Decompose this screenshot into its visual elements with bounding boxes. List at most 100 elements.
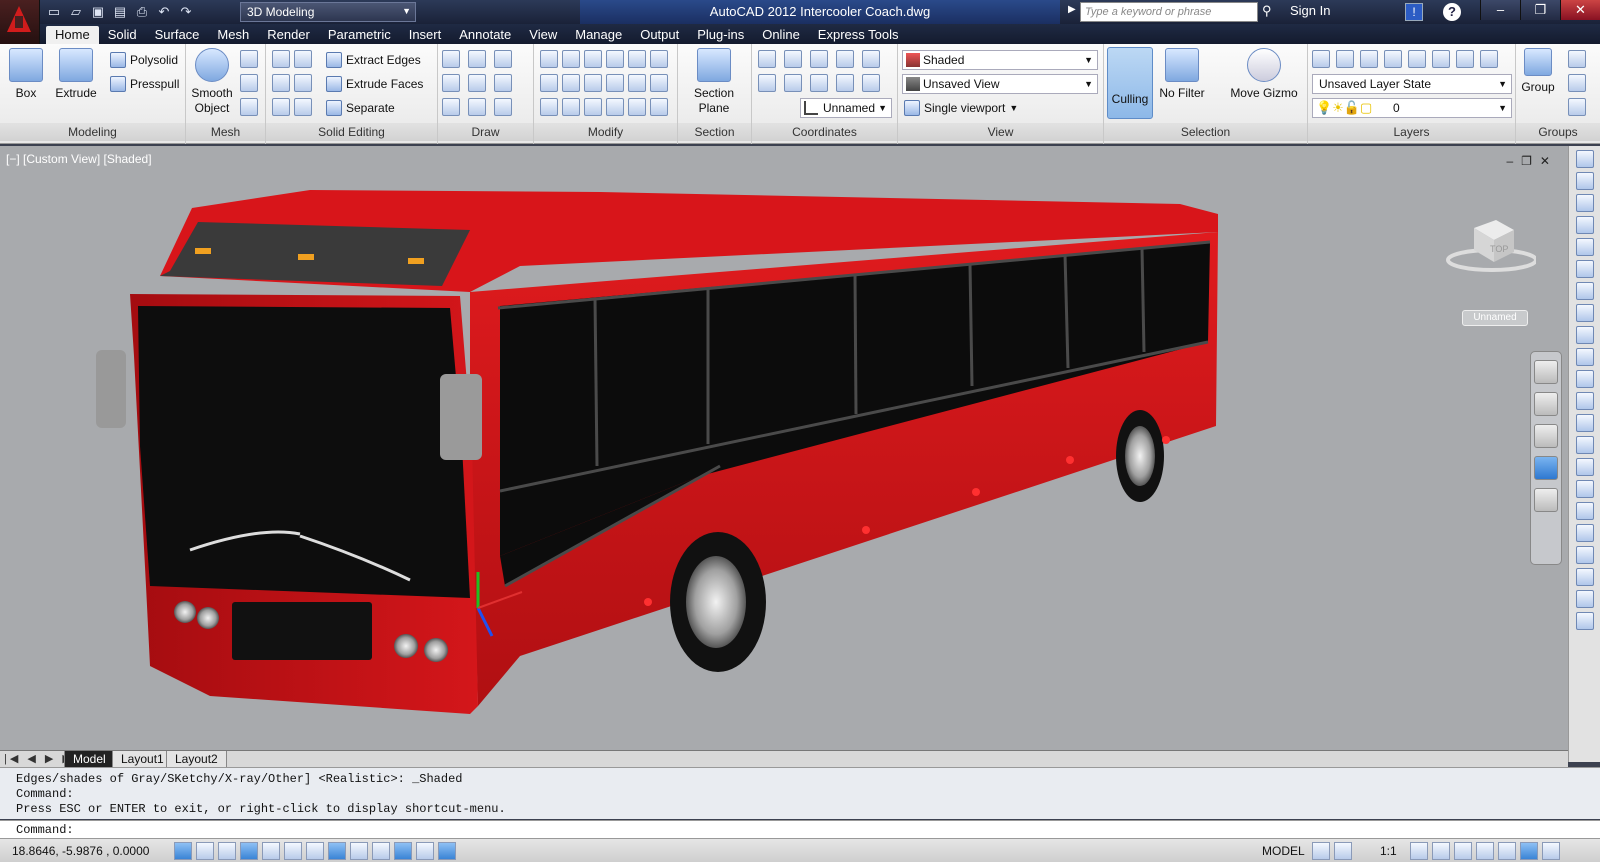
save-as-icon[interactable]: ▤ [110, 3, 130, 21]
exchange-icon[interactable]: ! [1405, 3, 1423, 21]
auto-scale-icon[interactable] [1432, 842, 1450, 860]
circle-icon[interactable] [494, 74, 512, 92]
drawing-viewport[interactable]: [−] [Custom View] [Shaded] –❐✕ TOP Unnam… [0, 146, 1568, 750]
layout-tab-layout1[interactable]: Layout1 [112, 751, 173, 768]
panel-label-modify[interactable]: Modify [534, 123, 677, 141]
palette-tool-icon[interactable] [1575, 172, 1594, 190]
showmotion-icon[interactable] [1534, 488, 1558, 512]
modify-tool-icon[interactable] [628, 50, 646, 68]
tab-annotate[interactable]: Annotate [450, 26, 520, 44]
bus-model[interactable] [0, 146, 1540, 750]
move-icon[interactable] [584, 50, 602, 68]
panel-label-groups[interactable]: Groups [1516, 123, 1600, 141]
modify-tool-icon[interactable] [606, 98, 624, 116]
extrude-button[interactable]: Extrude [52, 48, 100, 101]
palette-tool-icon[interactable] [1575, 612, 1594, 630]
isolate-objects-icon[interactable] [1520, 842, 1538, 860]
tab-surface[interactable]: Surface [146, 26, 209, 44]
workspace-switch-icon[interactable] [1454, 842, 1472, 860]
layer-tool-icon[interactable] [1456, 50, 1474, 68]
layer-tool-icon[interactable] [1432, 50, 1450, 68]
ucs-icon[interactable] [810, 74, 828, 92]
quick-properties-icon[interactable] [438, 842, 456, 860]
group-tool-icon[interactable] [1568, 74, 1586, 92]
orbit-icon[interactable] [1534, 456, 1558, 480]
layer-tool-icon[interactable] [1480, 50, 1498, 68]
modify-tool-icon[interactable] [606, 50, 624, 68]
palette-tool-icon[interactable] [1575, 392, 1594, 410]
hardware-acceleration-icon[interactable] [1498, 842, 1516, 860]
dyn-icon[interactable] [372, 842, 390, 860]
search-input[interactable]: Type a keyword or phrase [1080, 2, 1258, 22]
transparency-icon[interactable] [416, 842, 434, 860]
ucs-icon[interactable] [862, 50, 880, 68]
polygon-icon[interactable] [442, 98, 460, 116]
box-button[interactable]: Box [2, 48, 50, 101]
coordinate-readout[interactable]: 18.8646, -5.9876 , 0.0000 [12, 844, 149, 858]
smooth-object-button[interactable]: Smooth Object [188, 48, 236, 116]
culling-button[interactable]: Culling [1107, 47, 1153, 119]
extract-edges-button[interactable]: Extract Edges [326, 50, 421, 70]
tab-insert[interactable]: Insert [400, 26, 451, 44]
ray-icon[interactable] [468, 74, 486, 92]
palette-tool-icon[interactable] [1575, 282, 1594, 300]
ucs-icon[interactable] [836, 74, 854, 92]
tab-online[interactable]: Online [753, 26, 809, 44]
lock-icon[interactable] [1476, 842, 1494, 860]
current-layer-dropdown[interactable]: 💡☀🔓▢ 0 ▼ [1312, 98, 1512, 118]
palette-tool-icon[interactable] [1575, 304, 1594, 322]
visual-style-dropdown[interactable]: Shaded ▼ [902, 50, 1098, 70]
command-input[interactable]: Command: [0, 820, 1600, 838]
layer-tool-icon[interactable] [1312, 50, 1330, 68]
help-button[interactable]: ? [1443, 3, 1461, 21]
modify-tool-icon[interactable] [540, 50, 558, 68]
ucs-icon[interactable] [784, 74, 802, 92]
palette-tool-icon[interactable] [1575, 590, 1594, 608]
modify-tool-icon[interactable] [562, 50, 580, 68]
model-space-button[interactable]: MODEL [1262, 844, 1305, 858]
palette-tool-icon[interactable] [1575, 458, 1594, 476]
panel-label-solid-editing[interactable]: Solid Editing [266, 123, 437, 141]
group-tool-icon[interactable] [1568, 98, 1586, 116]
panel-label-view[interactable]: View [898, 123, 1103, 141]
ucs-icon[interactable] [862, 74, 880, 92]
palette-tool-icon[interactable] [1575, 370, 1594, 388]
maximize-button[interactable]: ❐ [1520, 0, 1560, 20]
clean-screen-icon[interactable] [1542, 842, 1560, 860]
palette-tool-icon[interactable] [1575, 414, 1594, 432]
open-icon[interactable]: ▱ [66, 3, 86, 21]
panel-label-modeling[interactable]: Modeling [0, 123, 185, 141]
rectangle-icon[interactable] [468, 98, 486, 116]
minimize-button[interactable]: – [1480, 0, 1520, 20]
tab-render[interactable]: Render [258, 26, 319, 44]
imprint-icon[interactable] [294, 98, 312, 116]
intersect-icon[interactable] [272, 98, 290, 116]
ucs-name-dropdown[interactable]: Unnamed ▼ [800, 98, 892, 118]
3d-osnap-icon[interactable] [306, 842, 324, 860]
palette-tool-icon[interactable] [1575, 326, 1594, 344]
modify-tool-icon[interactable] [540, 98, 558, 116]
modify-tool-icon[interactable] [540, 74, 558, 92]
no-filter-button[interactable]: No Filter [1158, 48, 1206, 101]
palette-tool-icon[interactable] [1575, 546, 1594, 564]
lineweight-icon[interactable] [394, 842, 412, 860]
palette-tool-icon[interactable] [1575, 260, 1594, 278]
saved-view-dropdown[interactable]: Unsaved View ▼ [902, 74, 1098, 94]
layer-tool-icon[interactable] [1336, 50, 1354, 68]
move-gizmo-button[interactable]: Move Gizmo [1224, 48, 1304, 101]
panel-label-coordinates[interactable]: Coordinates [752, 123, 897, 141]
pan-icon[interactable] [1534, 392, 1558, 416]
tab-express-tools[interactable]: Express Tools [809, 26, 908, 44]
palette-tool-icon[interactable] [1575, 568, 1594, 586]
quick-view-drawings-icon[interactable] [1334, 842, 1352, 860]
redo-icon[interactable]: ↷ [176, 3, 196, 21]
annotation-scale[interactable]: 1:1 [1380, 844, 1397, 858]
panel-label-layers[interactable]: Layers [1308, 123, 1515, 141]
modify-tool-icon[interactable] [562, 74, 580, 92]
panel-label-mesh[interactable]: Mesh [186, 123, 265, 141]
palette-tool-icon[interactable] [1575, 348, 1594, 366]
grid-icon[interactable] [218, 842, 236, 860]
tab-manage[interactable]: Manage [566, 26, 631, 44]
viewcube[interactable]: TOP [1440, 216, 1538, 272]
palette-tool-icon[interactable] [1575, 480, 1594, 498]
